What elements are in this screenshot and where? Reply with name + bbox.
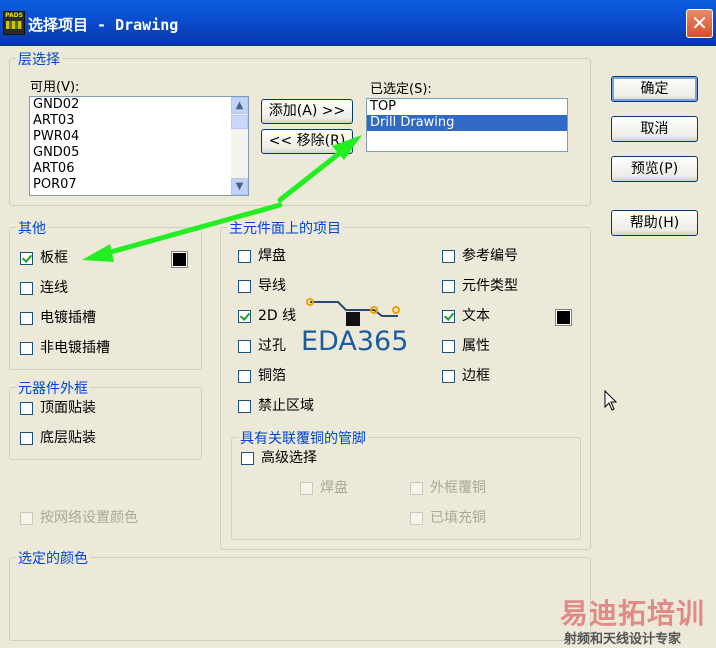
eda365-logo-text: EDA365 <box>301 326 408 357</box>
checkbox-checked-icon <box>20 252 33 265</box>
title-bar: PADS 选择项目 - Drawing ✕ <box>0 0 716 46</box>
selected-list-item[interactable]: Drill Drawing <box>367 115 567 131</box>
remove-layer-button[interactable]: << 移除(R) <box>261 129 353 154</box>
available-list-item[interactable]: GND05 <box>30 145 248 161</box>
other-legend: 其他 <box>16 218 48 238</box>
available-list-item[interactable]: ART03 <box>30 113 248 129</box>
window-title: 选择项目 - Drawing <box>28 16 179 34</box>
eda365-logo: EDA365 <box>301 298 408 357</box>
copper-pins-legend: 具有关联覆铜的管脚 <box>238 428 368 448</box>
help-button[interactable]: 帮助(H) <box>611 210 698 236</box>
cancel-button[interactable]: 取消 <box>611 116 698 142</box>
available-list-scrollbar[interactable]: ▲ ▼ <box>231 97 248 195</box>
available-list-item[interactable]: GND02 <box>30 97 248 113</box>
pads-app-icon: PADS <box>3 11 25 35</box>
selected-list-item[interactable]: TOP <box>367 99 567 115</box>
selected-color-group: 选定的颜色 <box>9 548 591 641</box>
selected-color-legend: 选定的颜色 <box>16 548 90 568</box>
add-layer-button[interactable]: 添加(A) >> <box>261 99 353 124</box>
watermark: 易迪拓培训 射频和天线设计专家 <box>560 590 716 648</box>
text-color-swatch[interactable] <box>555 309 572 326</box>
board-outline-color-swatch[interactable] <box>171 251 188 268</box>
watermark-subtitle: 射频和天线设计专家 <box>564 632 682 647</box>
layer-selection-legend: 层选择 <box>16 49 62 69</box>
available-list-item[interactable]: PWR04 <box>30 129 248 145</box>
preview-button[interactable]: 预览(P) <box>611 156 698 182</box>
scroll-up-icon[interactable]: ▲ <box>231 97 248 114</box>
available-label: 可用(V): <box>30 80 80 95</box>
ok-button[interactable]: 确定 <box>611 76 698 102</box>
scroll-thumb[interactable] <box>231 115 248 129</box>
available-list-item[interactable]: ART06 <box>30 161 248 177</box>
selected-label: 已选定(S): <box>370 82 432 97</box>
watermark-title: 易迪拓培训 <box>560 597 706 630</box>
selected-list[interactable]: TOP Drill Drawing <box>366 98 568 152</box>
primary-items-legend: 主元件面上的项目 <box>227 218 343 238</box>
component-outline-group: 元器件外框 <box>9 378 202 460</box>
component-outline-legend: 元器件外框 <box>16 378 90 398</box>
scroll-down-icon[interactable]: ▼ <box>231 178 248 195</box>
available-list-item[interactable]: POR07 <box>30 177 248 193</box>
mouse-pointer-icon <box>604 390 618 411</box>
available-list[interactable]: GND02 ART03 PWR04 GND05 ART06 POR07 ▲ ▼ <box>29 96 249 196</box>
select-items-dialog: PADS 选择项目 - Drawing ✕ 层选择 可用(V): GND02 AR… <box>0 0 716 648</box>
close-icon: ✕ <box>691 11 708 35</box>
close-button[interactable]: ✕ <box>686 9 713 38</box>
